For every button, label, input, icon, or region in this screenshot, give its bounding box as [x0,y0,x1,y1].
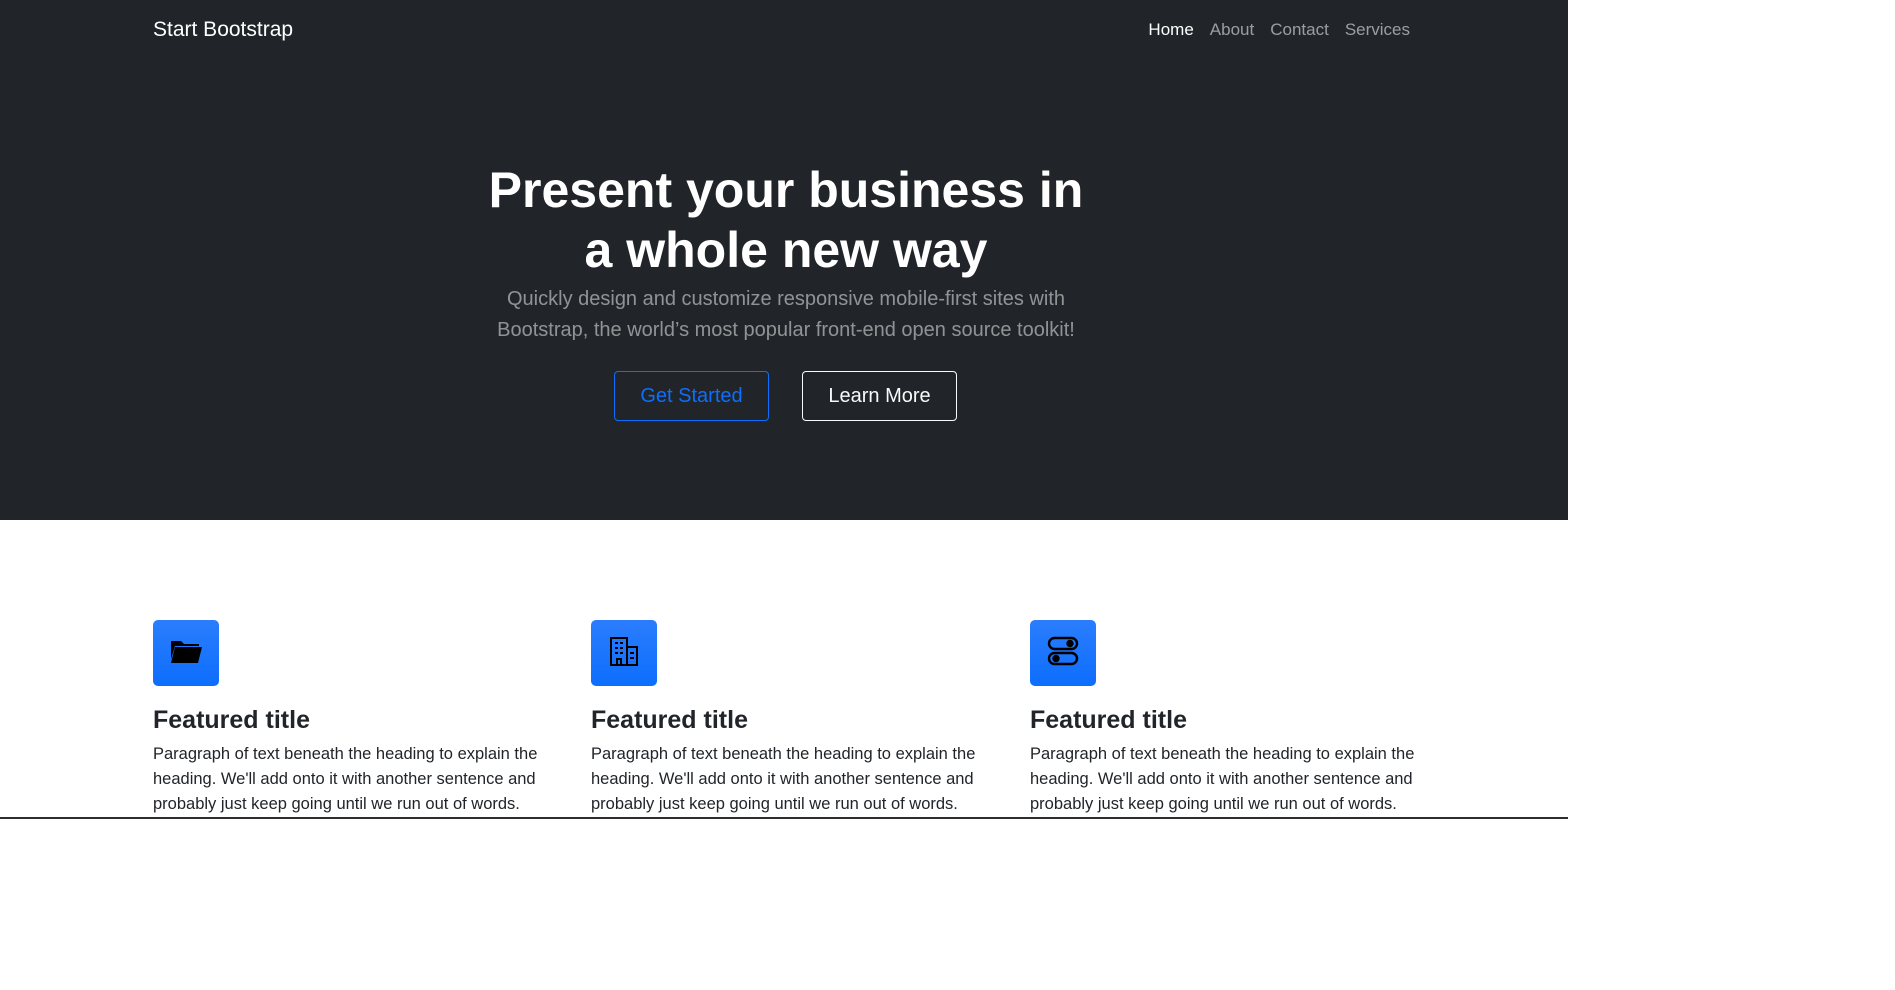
learn-more-button[interactable]: Learn More [802,371,957,421]
nav-link-contact[interactable]: Contact [1270,18,1329,42]
feature-card: Featured title Paragraph of text beneath… [1030,620,1430,817]
navbar: Start Bootstrap Home About Contact Servi… [0,0,1568,60]
feature-card: Featured title Paragraph of text beneath… [591,620,991,817]
hero-lead: Quickly design and customize responsive … [497,288,1075,341]
get-started-button[interactable]: Get Started [614,371,769,421]
feature-icon-box [591,620,657,686]
page: Start Bootstrap Home About Contact Servi… [0,0,1895,990]
building-icon [607,634,641,673]
feature-icon-box [1030,620,1096,686]
nav-links: Home About Contact Services [1148,18,1410,42]
brand-link[interactable]: Start Bootstrap [153,16,293,44]
blank-area [1568,0,1895,990]
viewport-bottom-edge [0,817,1568,819]
hero-section: Present your business in a whole new way… [0,60,1568,520]
nav-link-services[interactable]: Services [1345,18,1410,42]
toggles-icon [1046,635,1080,672]
feature-title: Featured title [591,706,748,734]
feature-text: Paragraph of text beneath the heading to… [591,745,976,813]
browser-viewport: Start Bootstrap Home About Contact Servi… [0,0,1568,990]
feature-text: Paragraph of text beneath the heading to… [153,745,538,813]
hero-title: Present your business in a whole new way [488,162,1084,278]
feature-card: Featured title Paragraph of text beneath… [153,620,553,817]
nav-link-about[interactable]: About [1210,18,1254,42]
folder-icon [169,637,203,670]
feature-icon-box [153,620,219,686]
feature-title: Featured title [153,706,310,734]
nav-link-home[interactable]: Home [1148,18,1193,42]
features-section: Featured title Paragraph of text beneath… [0,520,1568,990]
feature-text: Paragraph of text beneath the heading to… [1030,745,1415,813]
feature-title: Featured title [1030,706,1187,734]
